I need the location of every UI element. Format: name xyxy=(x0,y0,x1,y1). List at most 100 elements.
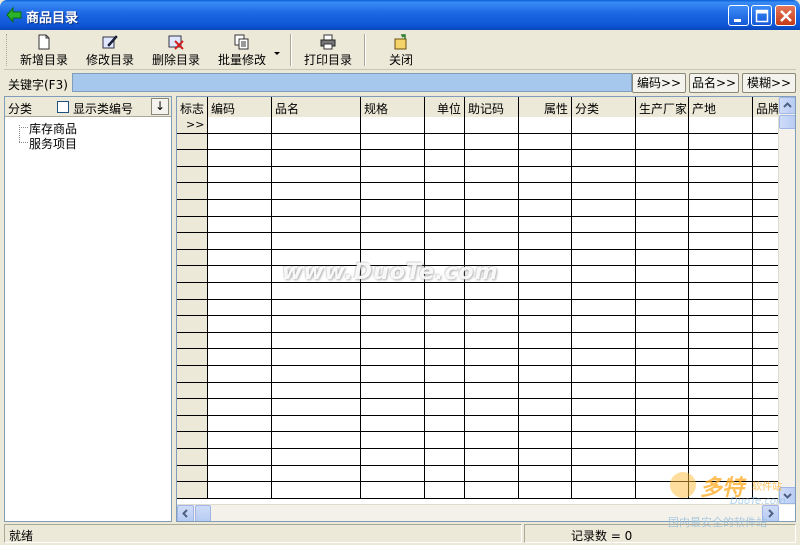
table-cell[interactable] xyxy=(361,366,425,382)
scroll-up-button[interactable] xyxy=(779,97,795,114)
table-row[interactable] xyxy=(177,449,779,466)
fuzzy-search-button[interactable]: 模糊>> xyxy=(742,73,796,93)
table-cell[interactable] xyxy=(753,200,779,216)
show-code-label[interactable]: 显示类编号 xyxy=(73,100,133,117)
table-cell[interactable] xyxy=(572,482,636,498)
table-cell[interactable] xyxy=(425,133,465,150)
table-cell[interactable] xyxy=(425,382,465,399)
column-header-name[interactable]: 品名 xyxy=(272,97,361,117)
table-cell[interactable] xyxy=(465,449,519,465)
table-cell[interactable] xyxy=(425,216,465,233)
delete-catalog-button[interactable]: 删除目录 xyxy=(148,32,204,68)
table-cell[interactable] xyxy=(208,266,272,282)
table-cell[interactable] xyxy=(636,166,689,183)
row-indicator[interactable] xyxy=(177,366,208,382)
row-indicator[interactable] xyxy=(177,183,208,199)
table-cell[interactable] xyxy=(272,283,361,299)
column-header-code[interactable]: 编码 xyxy=(208,97,272,117)
table-row[interactable] xyxy=(177,332,779,350)
table-cell[interactable] xyxy=(689,166,753,183)
row-indicator[interactable]: >> xyxy=(177,117,208,133)
table-cell[interactable] xyxy=(425,449,465,465)
table-cell[interactable] xyxy=(636,399,689,415)
table-cell[interactable] xyxy=(465,482,519,498)
batch-dropdown-arrow[interactable] xyxy=(274,46,282,60)
row-indicator[interactable] xyxy=(177,133,208,150)
sort-button[interactable]: ↓ xyxy=(151,98,169,115)
table-cell[interactable] xyxy=(689,382,753,399)
table-cell[interactable] xyxy=(519,233,572,249)
table-cell[interactable] xyxy=(208,382,272,399)
table-cell[interactable] xyxy=(425,166,465,183)
table-cell[interactable] xyxy=(465,465,519,482)
table-cell[interactable] xyxy=(361,316,425,332)
table-cell[interactable] xyxy=(519,283,572,299)
table-cell[interactable] xyxy=(361,299,425,316)
table-cell[interactable] xyxy=(689,216,753,233)
table-cell[interactable] xyxy=(689,316,753,332)
table-cell[interactable] xyxy=(753,333,779,349)
table-cell[interactable] xyxy=(689,133,753,150)
table-cell[interactable] xyxy=(425,200,465,216)
table-cell[interactable] xyxy=(572,449,636,465)
row-indicator[interactable] xyxy=(177,266,208,282)
table-cell[interactable] xyxy=(361,183,425,199)
table-cell[interactable] xyxy=(636,233,689,249)
table-cell[interactable] xyxy=(272,316,361,332)
column-header-mnemonic[interactable]: 助记码 xyxy=(465,97,519,117)
table-cell[interactable] xyxy=(425,283,465,299)
column-header-attribute[interactable]: 属性 xyxy=(519,97,572,117)
table-cell[interactable] xyxy=(753,383,779,399)
table-cell[interactable] xyxy=(689,150,753,166)
table-cell[interactable] xyxy=(361,150,425,166)
row-indicator[interactable] xyxy=(177,283,208,299)
table-cell[interactable] xyxy=(361,117,425,133)
column-header-category[interactable]: 分类 xyxy=(572,97,636,117)
table-cell[interactable] xyxy=(361,482,425,498)
row-indicator[interactable] xyxy=(177,332,208,349)
new-catalog-button[interactable]: 新增目录 xyxy=(16,32,72,68)
table-cell[interactable] xyxy=(519,432,572,448)
table-cell[interactable] xyxy=(753,167,779,183)
table-cell[interactable] xyxy=(753,250,779,266)
row-indicator[interactable] xyxy=(177,249,208,266)
print-catalog-button[interactable]: 打印目录 xyxy=(300,32,356,68)
table-cell[interactable] xyxy=(361,133,425,150)
table-row[interactable] xyxy=(177,316,779,333)
table-cell[interactable] xyxy=(465,233,519,249)
table-cell[interactable] xyxy=(208,432,272,448)
table-cell[interactable] xyxy=(425,349,465,365)
vertical-scrollbar[interactable] xyxy=(778,97,795,505)
table-cell[interactable] xyxy=(272,432,361,448)
table-cell[interactable] xyxy=(753,233,779,249)
table-cell[interactable] xyxy=(636,150,689,166)
table-cell[interactable] xyxy=(208,150,272,166)
table-cell[interactable] xyxy=(208,216,272,233)
table-cell[interactable] xyxy=(636,117,689,133)
table-cell[interactable] xyxy=(208,233,272,249)
table-cell[interactable] xyxy=(572,117,636,133)
table-cell[interactable] xyxy=(465,283,519,299)
table-cell[interactable] xyxy=(272,332,361,349)
table-cell[interactable] xyxy=(572,415,636,432)
table-cell[interactable] xyxy=(465,150,519,166)
table-cell[interactable] xyxy=(272,465,361,482)
table-cell[interactable] xyxy=(636,299,689,316)
table-cell[interactable] xyxy=(689,299,753,316)
table-cell[interactable] xyxy=(361,432,425,448)
table-cell[interactable] xyxy=(572,166,636,183)
table-cell[interactable] xyxy=(636,183,689,199)
table-cell[interactable] xyxy=(636,283,689,299)
table-cell[interactable] xyxy=(272,150,361,166)
table-cell[interactable] xyxy=(361,332,425,349)
horizontal-scroll-thumb[interactable] xyxy=(195,505,211,521)
table-cell[interactable] xyxy=(753,349,779,365)
table-cell[interactable] xyxy=(572,283,636,299)
table-cell[interactable] xyxy=(572,183,636,199)
table-cell[interactable] xyxy=(208,200,272,216)
table-row[interactable] xyxy=(177,183,779,200)
table-row[interactable] xyxy=(177,349,779,366)
row-indicator[interactable] xyxy=(177,432,208,448)
table-cell[interactable] xyxy=(519,200,572,216)
table-cell[interactable] xyxy=(208,349,272,365)
